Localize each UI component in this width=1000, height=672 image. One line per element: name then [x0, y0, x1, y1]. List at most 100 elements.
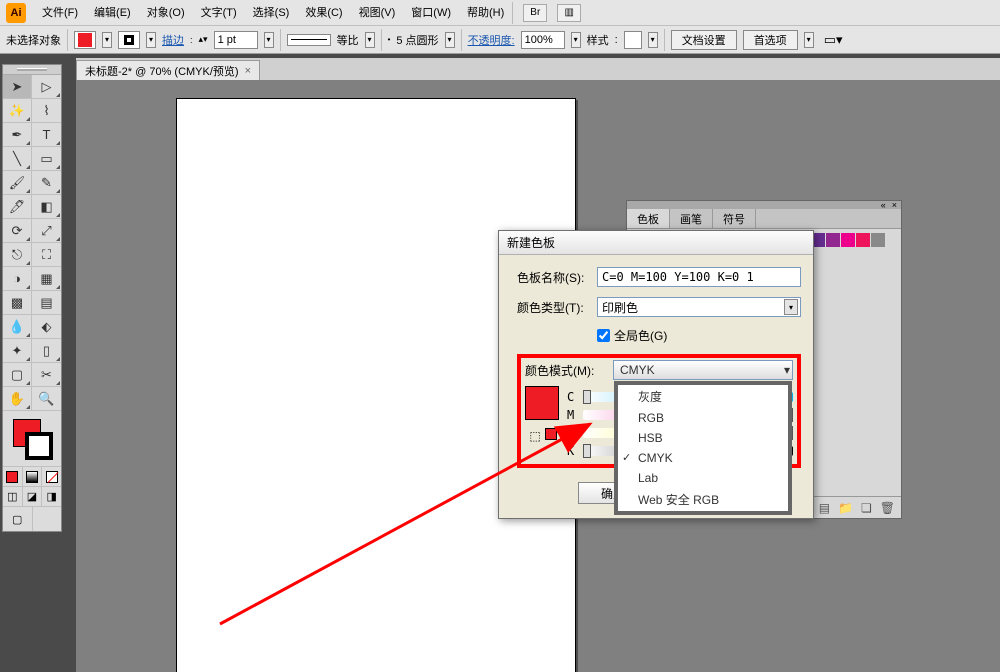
ratio-caret[interactable]: ▾: [365, 32, 375, 48]
magic-wand-tool[interactable]: ✨: [3, 99, 32, 123]
screen-mode-icon[interactable]: ▢: [3, 507, 33, 531]
pen-tool[interactable]: ✒: [3, 123, 32, 147]
brush-caret[interactable]: ▾: [445, 32, 455, 48]
line-tool[interactable]: ╲: [3, 147, 32, 171]
menu-select[interactable]: 选择(S): [245, 0, 298, 26]
align-icon[interactable]: ▭▾: [824, 32, 843, 48]
color-mode-solid[interactable]: [3, 467, 23, 486]
doc-setup-button[interactable]: 文档设置: [671, 30, 737, 50]
swatch-cell[interactable]: [826, 233, 840, 247]
swatch-options-icon[interactable]: ▤: [819, 501, 830, 515]
swatch-cell[interactable]: [841, 233, 855, 247]
opacity-input[interactable]: [521, 31, 565, 49]
draw-inside-icon[interactable]: ◨: [42, 487, 61, 506]
selection-tool[interactable]: ➤: [3, 75, 32, 99]
rotate-tool[interactable]: ⟳: [3, 219, 32, 243]
doc-tabs: 未标题-2* @ 70% (CMYK/预览) ×: [76, 58, 1000, 80]
global-color-checkbox[interactable]: 全局色(G): [597, 327, 667, 344]
menu-view[interactable]: 视图(V): [351, 0, 404, 26]
new-swatch-dialog: 新建色板 色板名称(S): 颜色类型(T): 印刷色 ▾ 全局色(G): [498, 230, 814, 519]
eyedropper-tool[interactable]: 💧: [3, 315, 32, 339]
menu-file[interactable]: 文件(F): [34, 0, 86, 26]
fill-caret[interactable]: ▾: [102, 32, 112, 48]
mode-option-web[interactable]: Web 安全 RGB: [618, 488, 788, 511]
slice-tool[interactable]: ✂: [32, 363, 61, 387]
direct-selection-tool[interactable]: ▷: [32, 75, 61, 99]
new-swatch-icon[interactable]: ❏: [861, 501, 872, 515]
mode-option-cmyk[interactable]: ✓CMYK: [618, 448, 788, 468]
blob-brush-tool[interactable]: 🖊: [3, 195, 32, 219]
menu-effect[interactable]: 效果(C): [297, 0, 350, 26]
graph-tool[interactable]: ▯: [32, 339, 61, 363]
symbol-spray-tool[interactable]: ✦: [3, 339, 32, 363]
artboard-tool[interactable]: ▢: [3, 363, 32, 387]
stroke-caret[interactable]: ▾: [146, 32, 156, 48]
free-transform-tool[interactable]: ⛶: [32, 243, 61, 267]
opacity-label[interactable]: 不透明度:: [468, 32, 515, 48]
brush-tool[interactable]: 🖌: [3, 171, 32, 195]
prefs-caret[interactable]: ▾: [804, 32, 814, 48]
stroke-style-preview[interactable]: [287, 34, 331, 46]
swatch-cell[interactable]: [871, 233, 885, 247]
panel-tab-symbols[interactable]: 符号: [713, 209, 756, 228]
rect-tool[interactable]: ▭: [32, 147, 61, 171]
fill-stroke-control[interactable]: [3, 411, 61, 467]
menu-text[interactable]: 文字(T): [193, 0, 245, 26]
swatch-cell[interactable]: [856, 233, 870, 247]
menu-window[interactable]: 窗口(W): [403, 0, 459, 26]
color-mode-gradient[interactable]: [23, 467, 43, 486]
color-mode-label: 颜色模式(M):: [525, 362, 607, 379]
menu-object[interactable]: 对象(O): [139, 0, 193, 26]
ratio-label: 等比: [337, 32, 359, 48]
style-swatch[interactable]: [624, 31, 642, 49]
mode-option-gray[interactable]: 灰度: [618, 385, 788, 408]
mode-option-hsb[interactable]: HSB: [618, 428, 788, 448]
color-type-select[interactable]: 印刷色 ▾: [597, 297, 801, 317]
zoom-tool[interactable]: 🔍: [32, 387, 61, 411]
panel-tab-brushes[interactable]: 画笔: [670, 209, 713, 228]
menu-help[interactable]: 帮助(H): [459, 0, 512, 26]
hand-tool[interactable]: ✋: [3, 387, 32, 411]
type-tool[interactable]: T: [32, 123, 61, 147]
fill-swatch[interactable]: [74, 31, 96, 49]
lasso-tool[interactable]: ⌇: [32, 99, 61, 123]
shape-builder-tool[interactable]: ◑: [3, 267, 32, 291]
close-tab-icon[interactable]: ×: [245, 65, 251, 77]
stroke-weight-input[interactable]: [214, 31, 258, 49]
style-caret[interactable]: ▾: [648, 32, 658, 48]
mode-option-lab[interactable]: Lab: [618, 468, 788, 488]
color-mode-none[interactable]: [42, 467, 61, 486]
global-color-check-input[interactable]: [597, 329, 610, 342]
prefs-button[interactable]: 首选项: [743, 30, 798, 50]
bridge-icon[interactable]: Br: [523, 4, 547, 22]
tool-panel-handle[interactable]: [3, 65, 61, 75]
color-mode-value: CMYK: [620, 363, 655, 377]
width-tool[interactable]: ⎋: [3, 243, 32, 267]
mini-preview: [545, 428, 557, 440]
mesh-tool[interactable]: ▩: [3, 291, 32, 315]
panel-handle[interactable]: «×: [627, 201, 901, 209]
swatch-name-input[interactable]: [597, 267, 801, 287]
scale-tool[interactable]: ⤢: [32, 219, 61, 243]
new-group-icon[interactable]: 📁: [838, 501, 853, 515]
blend-tool[interactable]: ⬖: [32, 315, 61, 339]
delete-swatch-icon[interactable]: 🗑: [880, 501, 895, 515]
pencil-tool[interactable]: ✎: [32, 171, 61, 195]
strokew-caret[interactable]: ▾: [264, 32, 274, 48]
eraser-tool[interactable]: ◧: [32, 195, 61, 219]
swatch-name-label: 色板名称(S):: [517, 269, 591, 286]
stroke-swatch[interactable]: [118, 31, 140, 49]
stroke-color[interactable]: [25, 432, 53, 460]
document-tab[interactable]: 未标题-2* @ 70% (CMYK/预览) ×: [76, 60, 260, 80]
draw-behind-icon[interactable]: ◪: [23, 487, 43, 506]
panel-tab-swatches[interactable]: 色板: [627, 209, 670, 228]
mode-option-rgb[interactable]: RGB: [618, 408, 788, 428]
color-mode-select[interactable]: CMYK ▾ 灰度 RGB HSB ✓CMYK Lab Web 安全 RGB: [613, 360, 793, 380]
gradient-tool[interactable]: ▤: [32, 291, 61, 315]
arrange-icon[interactable]: ▥: [557, 4, 581, 22]
stroke-label[interactable]: 描边: [162, 32, 184, 48]
opacity-caret[interactable]: ▾: [571, 32, 581, 48]
menu-edit[interactable]: 编辑(E): [86, 0, 139, 26]
perspective-tool[interactable]: ▦: [32, 267, 61, 291]
draw-normal-icon[interactable]: ◫: [3, 487, 23, 506]
